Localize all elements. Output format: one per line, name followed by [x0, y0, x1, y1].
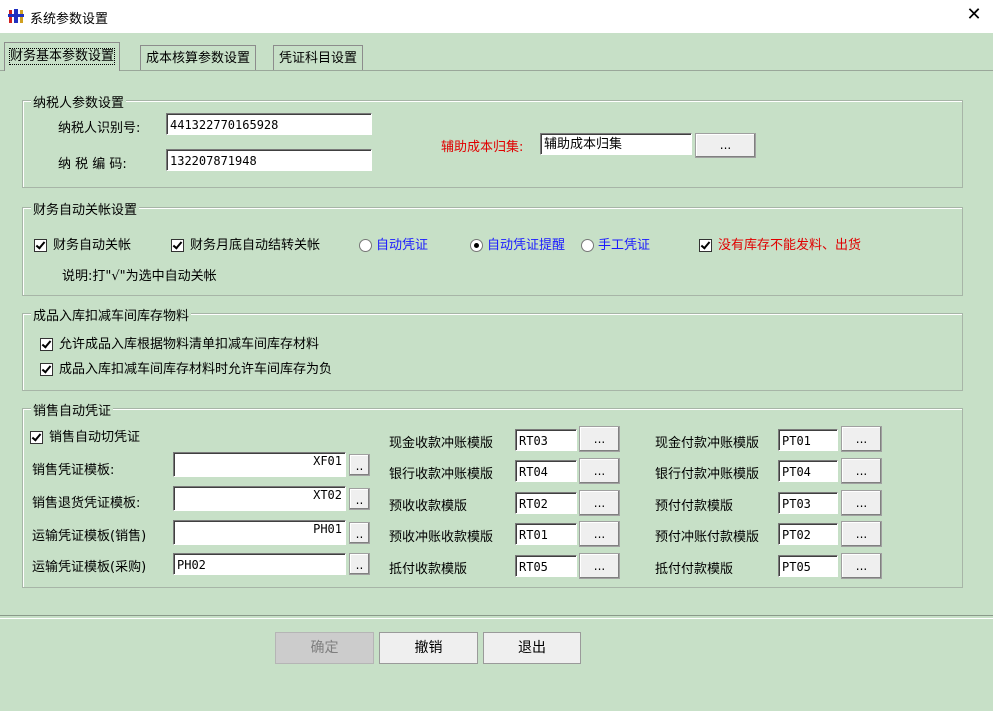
cash-payment-template-label: 现金付款冲账模版: [655, 436, 760, 451]
bank-receipt-template-input[interactable]: RT04: [515, 460, 577, 482]
sales-auto-voucher-text: 销售自动切凭证: [49, 430, 141, 445]
cash-receipt-template-input[interactable]: RT03: [515, 429, 577, 451]
allow-deduct-text: 允许成品入库根据物料清单扣减车间库存材料: [59, 337, 320, 352]
freight-purchase-template-input[interactable]: PH02: [173, 553, 346, 575]
auto-close-checkbox[interactable]: 财务自动关帐: [34, 234, 131, 253]
checkbox-checked-icon: [34, 239, 47, 252]
advance-offset-receipt-template-label: 预收冲账收款模版: [389, 530, 494, 545]
freight-sales-template-button[interactable]: ..: [349, 522, 370, 544]
sales-auto-voucher-checkbox[interactable]: 销售自动切凭证: [30, 426, 140, 445]
bank-payment-template-button[interactable]: ...: [841, 458, 882, 484]
bank-receipt-template-button[interactable]: ...: [579, 458, 620, 484]
advance-offset-receipt-template-button[interactable]: ...: [579, 521, 620, 547]
app-icon: [8, 8, 24, 24]
tax-code-input[interactable]: 132207871948: [166, 149, 372, 171]
sales-template-input[interactable]: XF01: [173, 452, 346, 477]
radio-manual-voucher[interactable]: 手工凭证: [581, 234, 650, 253]
tab-voucher-subjects[interactable]: 凭证科目设置: [273, 45, 364, 71]
freight-purchase-template-button[interactable]: ..: [349, 553, 370, 575]
month-end-close-checkbox[interactable]: 财务月底自动结转关帐: [171, 234, 320, 253]
radio-icon: [359, 239, 372, 252]
freight-sales-template-label: 运输凭证模板(销售): [32, 529, 147, 544]
sales-template-label: 销售凭证模板:: [32, 463, 115, 478]
advance-payment-template-input[interactable]: PT03: [778, 492, 838, 514]
checkbox-checked-icon: [40, 338, 53, 351]
offset-payment-template-button[interactable]: ...: [841, 553, 882, 579]
close-icon[interactable]: ✕: [963, 4, 985, 26]
auto-close-note: 说明:打"√"为选中自动关帐: [62, 269, 217, 284]
offset-payment-template-input[interactable]: PT05: [778, 555, 838, 577]
checkbox-checked-icon: [171, 239, 184, 252]
cash-receipt-template-label: 现金收款冲账模版: [389, 436, 494, 451]
offset-payment-template-label: 抵付付款模版: [655, 562, 734, 577]
allow-negative-checkbox[interactable]: 成品入库扣减车间库存材料时允许车间库存为负: [40, 358, 332, 377]
bank-payment-template-label: 银行付款冲账模版: [655, 467, 760, 482]
allow-deduct-checkbox[interactable]: 允许成品入库根据物料清单扣减车间库存材料: [40, 333, 319, 352]
radio-auto-voucher-text: 自动凭证: [376, 238, 429, 253]
radio-icon: [581, 239, 594, 252]
aux-cost-browse-button[interactable]: ...: [695, 133, 756, 158]
tab-divider: [0, 70, 993, 71]
advance-payment-template-label: 预付付款模版: [655, 499, 734, 514]
footer-separator: [0, 615, 993, 619]
radio-auto-voucher[interactable]: 自动凭证: [359, 234, 428, 253]
checkbox-checked-icon: [40, 363, 53, 376]
advance-receipt-template-input[interactable]: RT02: [515, 492, 577, 514]
tab-label: 财务基本参数设置: [8, 48, 116, 65]
radio-reminder-text: 自动凭证提醒: [487, 238, 566, 253]
radio-selected-icon: [470, 239, 483, 252]
checkbox-checked-icon: [699, 239, 712, 252]
advance-receipt-template-button[interactable]: ...: [579, 490, 620, 516]
no-stock-checkbox[interactable]: 没有库存不能发料、出货: [699, 234, 861, 253]
radio-auto-voucher-reminder[interactable]: 自动凭证提醒: [470, 234, 565, 253]
title-bar: 系统参数设置 ✕: [0, 0, 993, 33]
advance-offset-payment-template-input[interactable]: PT02: [778, 523, 838, 545]
bank-payment-template-input[interactable]: PT04: [778, 460, 838, 482]
sales-return-template-label: 销售退货凭证模板:: [32, 496, 141, 511]
sales-template-button[interactable]: ..: [349, 454, 370, 476]
radio-manual-text: 手工凭证: [598, 238, 651, 253]
exit-button[interactable]: 退出: [483, 632, 581, 664]
sales-legend: 销售自动凭证: [31, 400, 114, 419]
tax-code-label: 纳 税 编 码:: [58, 157, 127, 172]
offset-receipt-template-label: 抵付收款模版: [389, 562, 468, 577]
taxpayer-id-input[interactable]: 441322770165928: [166, 113, 372, 135]
advance-receipt-template-label: 预收收款模版: [389, 499, 468, 514]
sales-return-template-button[interactable]: ..: [349, 488, 370, 510]
tab-finance-basic[interactable]: 财务基本参数设置: [4, 42, 121, 71]
advance-offset-payment-template-button[interactable]: ...: [841, 521, 882, 547]
allow-negative-text: 成品入库扣减车间库存材料时允许车间库存为负: [59, 362, 333, 377]
advance-payment-template-button[interactable]: ...: [841, 490, 882, 516]
window-title: 系统参数设置: [30, 12, 109, 27]
aux-cost-label: 辅助成本归集:: [441, 140, 524, 155]
sales-return-template-input[interactable]: XT02: [173, 486, 346, 511]
aux-cost-input[interactable]: 辅助成本归集: [540, 133, 692, 155]
tab-cost-accounting[interactable]: 成本核算参数设置: [140, 45, 257, 71]
taxpayer-id-label: 纳税人识别号:: [58, 121, 141, 136]
tab-label: 成本核算参数设置: [146, 51, 251, 66]
auto-close-text: 财务自动关帐: [53, 238, 132, 253]
month-end-close-text: 财务月底自动结转关帐: [190, 238, 321, 253]
auto-close-legend: 财务自动关帐设置: [31, 199, 140, 218]
bank-receipt-template-label: 银行收款冲账模版: [389, 467, 494, 482]
cash-payment-template-input[interactable]: PT01: [778, 429, 838, 451]
cancel-button[interactable]: 撤销: [379, 632, 478, 664]
freight-purchase-template-label: 运输凭证模板(采购): [32, 560, 147, 575]
offset-receipt-template-input[interactable]: RT05: [515, 555, 577, 577]
offset-receipt-template-button[interactable]: ...: [579, 553, 620, 579]
advance-offset-receipt-template-input[interactable]: RT01: [515, 523, 577, 545]
advance-offset-payment-template-label: 预付冲账付款模版: [655, 530, 760, 545]
tab-label: 凭证科目设置: [279, 51, 358, 66]
cash-receipt-template-button[interactable]: ...: [579, 426, 620, 452]
taxpayer-legend: 纳税人参数设置: [31, 92, 127, 111]
finished-goods-group: 成品入库扣减车间库存物料: [22, 305, 963, 391]
finished-goods-legend: 成品入库扣减车间库存物料: [31, 305, 192, 324]
freight-sales-template-input[interactable]: PH01: [173, 520, 346, 545]
cash-payment-template-button[interactable]: ...: [841, 426, 882, 452]
checkbox-checked-icon: [30, 431, 43, 444]
ok-button[interactable]: 确定: [275, 632, 374, 664]
no-stock-text: 没有库存不能发料、出货: [718, 238, 862, 253]
